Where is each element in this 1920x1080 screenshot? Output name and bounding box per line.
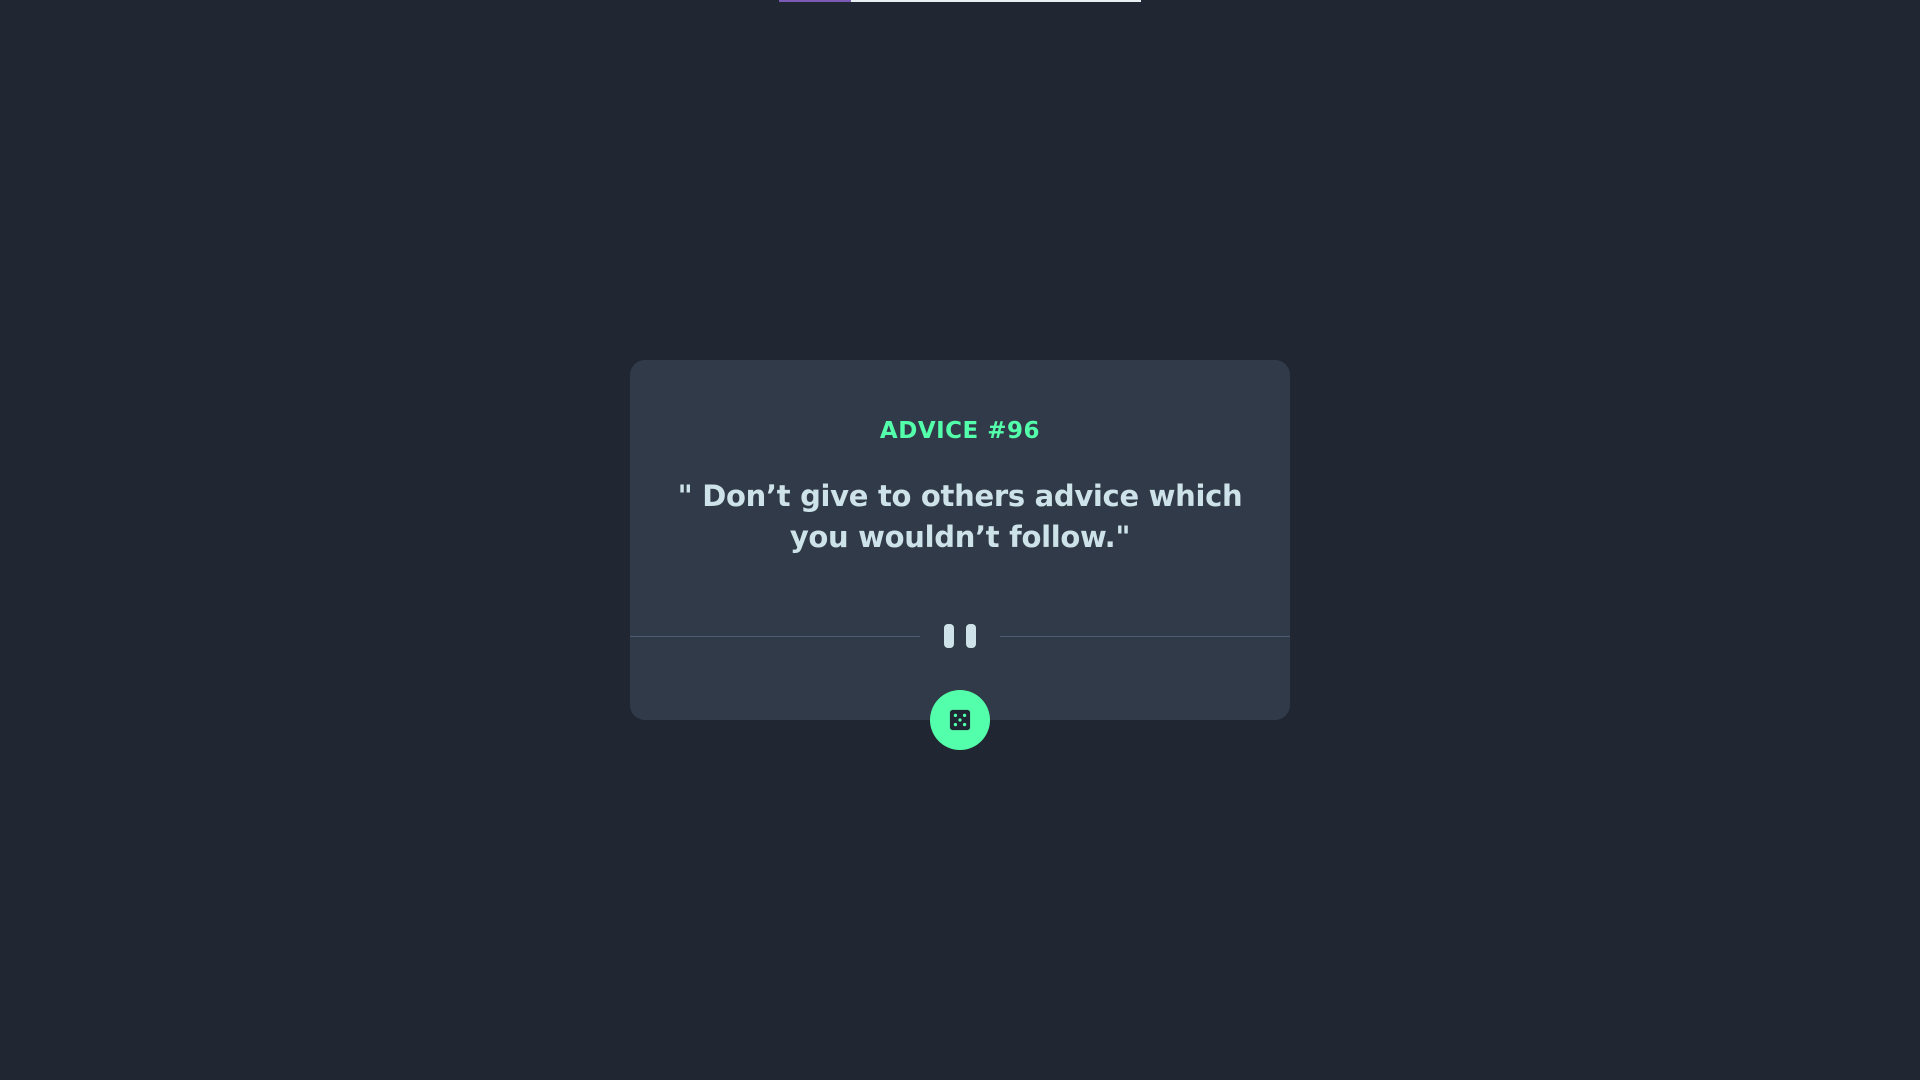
advice-card: ADVICE #96 " Don’t give to others advice…	[630, 360, 1290, 720]
progress-bar-fill	[779, 0, 852, 2]
dice-icon	[949, 709, 971, 731]
pause-icon	[944, 624, 976, 648]
advice-quote: " Don’t give to others advice which you …	[677, 479, 1243, 554]
new-advice-button[interactable]	[930, 690, 990, 750]
progress-bar	[779, 0, 1141, 2]
divider-line-left	[630, 636, 920, 637]
divider-line-right	[1000, 636, 1290, 637]
advice-number: ADVICE #96	[879, 418, 1041, 444]
